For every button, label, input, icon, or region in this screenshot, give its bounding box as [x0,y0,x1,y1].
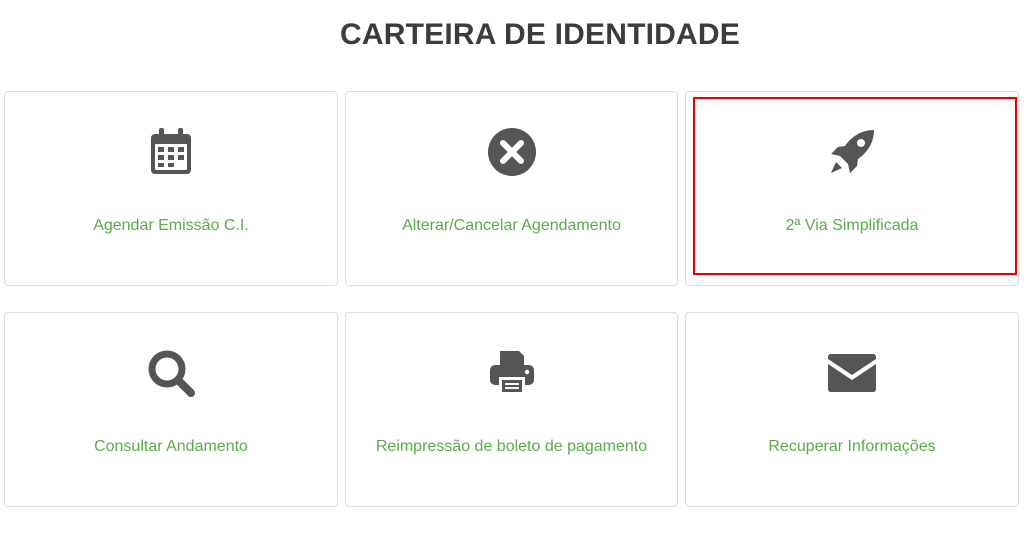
card-label: Alterar/Cancelar Agendamento [402,217,621,234]
printer-icon [486,347,538,399]
card-label: 2ª Via Simplificada [785,217,919,234]
cancel-circle-icon [486,126,538,178]
page: CARTEIRA DE IDENTIDADE Agendar Emissão C… [0,0,1024,539]
card-segunda-via[interactable]: 2ª Via Simplificada [685,91,1019,286]
card-label: Agendar Emissão C.I. [93,217,249,234]
card-consultar-andamento[interactable]: Consultar Andamento [4,312,338,507]
card-recuperar-informacoes[interactable]: Recuperar Informações [685,312,1019,507]
rocket-icon [826,126,878,178]
card-agendar-emissao[interactable]: Agendar Emissão C.I. [4,91,338,286]
card-label: Recuperar Informações [768,438,936,455]
card-alterar-cancelar[interactable]: Alterar/Cancelar Agendamento [345,91,678,286]
card-label: Reimpressão de boleto de pagamento [375,438,648,455]
card-reimpressao-boleto[interactable]: Reimpressão de boleto de pagamento [345,312,678,507]
search-icon [145,347,197,399]
calendar-icon [145,126,197,178]
page-title: CARTEIRA DE IDENTIDADE [340,18,740,51]
envelope-icon [826,347,878,399]
card-label: Consultar Andamento [94,438,248,455]
